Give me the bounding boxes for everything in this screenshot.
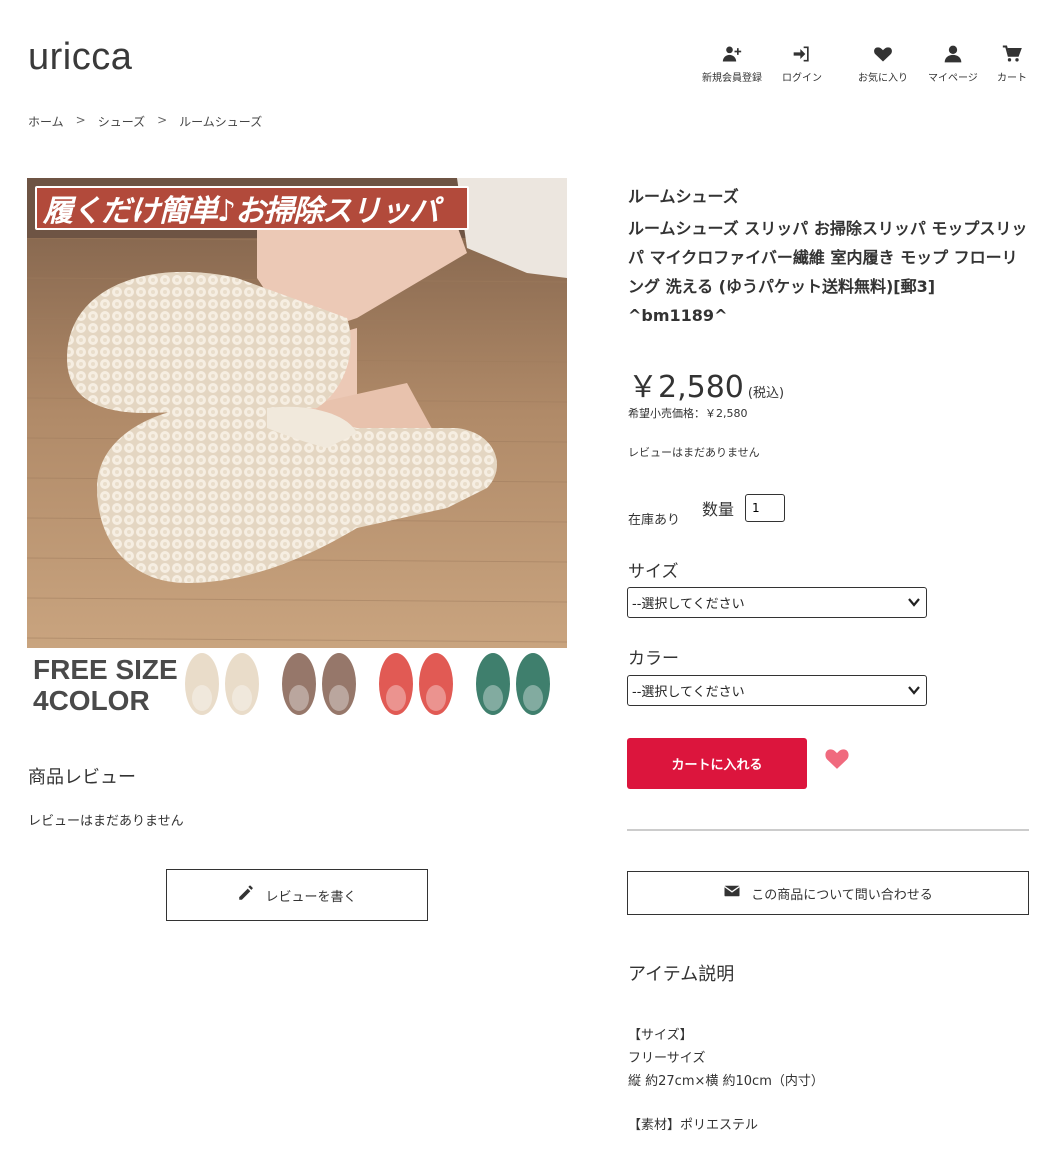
breadcrumb-home[interactable]: ホーム — [28, 113, 64, 130]
item-description: 【サイズ】 フリーサイズ 縦 約27cm×横 約10cm（内寸） 【素材】ポリエ… — [628, 1024, 824, 1137]
size-color-caption: FREE SIZE 4COLOR — [33, 654, 178, 716]
breadcrumb-room-shoes[interactable]: ルームシューズ — [179, 113, 262, 130]
size-heading: 【サイズ】 — [628, 1028, 693, 1043]
slipper-swatch — [379, 653, 413, 715]
color-select-value: --選択してください — [632, 685, 745, 700]
breadcrumb-shoes[interactable]: シューズ — [98, 113, 145, 130]
item-description-heading: アイテム説明 — [628, 964, 735, 985]
chevron-down-icon — [908, 686, 920, 695]
color-variation-strip: FREE SIZE 4COLOR — [27, 648, 567, 718]
inquiry-label: この商品について問い合わせる — [751, 887, 933, 903]
chevron-down-icon — [908, 598, 920, 607]
product-category: ルームシューズ — [628, 187, 739, 206]
quantity-label: 数量 — [702, 500, 735, 519]
color-swatch-slippers — [185, 653, 550, 715]
reviews-heading: 商品レビュー — [28, 767, 136, 788]
add-to-cart-button[interactable]: カートに入れる — [627, 738, 807, 789]
slipper-swatch — [476, 653, 510, 715]
slipper-swatch — [185, 653, 219, 715]
material: 【素材】ポリエステル — [628, 1118, 759, 1133]
breadcrumb: ホーム > シューズ > ルームシューズ — [28, 113, 262, 130]
nav-login-label: ログイン — [782, 73, 822, 84]
write-review-label: レビューを書く — [265, 889, 357, 905]
promo-banner: 履くだけ簡単♪お掃除スリッパ — [35, 186, 469, 230]
cart-icon — [1002, 44, 1022, 64]
nav-register[interactable]: 新規会員登録 — [702, 44, 762, 84]
heart-icon — [873, 44, 893, 64]
nav-mypage[interactable]: マイページ — [928, 44, 978, 84]
breadcrumb-separator: > — [157, 113, 168, 127]
dimensions: 縦 約27cm×横 約10cm（内寸） — [628, 1074, 824, 1089]
price-value: ￥2,580 — [628, 370, 744, 405]
nav-cart[interactable]: カート — [997, 44, 1027, 84]
product-photo — [27, 178, 567, 648]
slipper-swatch — [225, 653, 259, 715]
tax-label: (税込) — [747, 386, 785, 401]
nav-cart-label: カート — [997, 73, 1027, 84]
site-logo[interactable]: uricca — [28, 36, 132, 79]
inquiry-button[interactable]: この商品について問い合わせる — [627, 871, 1029, 915]
breadcrumb-separator: > — [75, 113, 86, 127]
product-price: ￥2,580 (税込) — [628, 362, 784, 406]
nav-favorites[interactable]: お気に入り — [858, 44, 908, 84]
nav-mypage-label: マイページ — [928, 73, 978, 84]
size-select-value: --選択してください — [632, 597, 745, 612]
write-review-button[interactable]: レビューを書く — [166, 869, 428, 921]
pencil-icon — [237, 884, 255, 906]
size-value: フリーサイズ — [628, 1051, 706, 1066]
slipper-swatch — [322, 653, 356, 715]
four-color-text: 4COLOR — [33, 685, 150, 716]
sign-in-icon — [792, 44, 812, 64]
user-icon — [943, 44, 963, 64]
nav-login[interactable]: ログイン — [782, 44, 822, 84]
divider — [627, 829, 1029, 831]
user-plus-icon — [722, 44, 742, 64]
envelope-icon — [723, 882, 741, 904]
promo-banner-text: 履くだけ簡単♪お掃除スリッパ — [43, 194, 439, 229]
msrp-price: 希望小売価格：￥2,580 — [628, 407, 748, 420]
free-size-text: FREE SIZE — [33, 654, 178, 685]
color-select[interactable]: --選択してください — [627, 675, 927, 706]
review-status: レビューはまだありません — [628, 446, 760, 459]
favorite-heart-icon[interactable] — [824, 746, 850, 770]
nav-favorites-label: お気に入り — [858, 73, 908, 84]
size-label: サイズ — [628, 562, 679, 582]
stock-status: 在庫あり — [628, 513, 681, 528]
product-image[interactable]: 履くだけ簡単♪お掃除スリッパ FREE SIZE 4COLOR — [27, 178, 567, 718]
slipper-swatch — [419, 653, 453, 715]
quantity-input[interactable] — [745, 494, 785, 522]
nav-register-label: 新規会員登録 — [702, 73, 762, 84]
slipper-swatch — [516, 653, 550, 715]
product-title: ルームシューズ スリッパ お掃除スリッパ モップスリッパ マイクロファイバー繊維… — [628, 219, 1028, 325]
size-select[interactable]: --選択してください — [627, 587, 927, 618]
color-label: カラー — [628, 649, 679, 669]
slipper-swatch — [282, 653, 316, 715]
reviews-empty-text: レビューはまだありません — [28, 814, 184, 829]
